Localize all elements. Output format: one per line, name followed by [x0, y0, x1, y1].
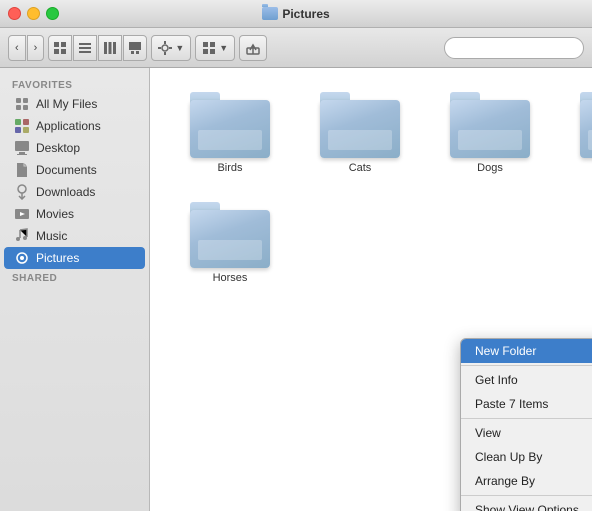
movies-icon [14, 206, 30, 222]
ctx-separator-1 [461, 365, 592, 366]
action-arrow: ▼ [175, 43, 184, 53]
folder-grid: Birds Cats Dogs [170, 88, 572, 288]
window-controls[interactable] [8, 7, 59, 20]
share-button[interactable] [239, 35, 267, 61]
gear-icon [158, 41, 172, 55]
music-icon [14, 228, 30, 244]
ctx-arrange-by[interactable]: Arrange By ▶ [461, 469, 592, 493]
folder-item-birds[interactable]: Birds [170, 88, 290, 178]
sidebar-item-label: All My Files [36, 97, 97, 111]
sidebar-item-all-my-files[interactable]: All My Files [4, 93, 145, 115]
toolbar: ‹ › [0, 28, 592, 68]
folder-item-dogs[interactable]: Dogs [430, 88, 550, 178]
downloads-icon [14, 184, 30, 200]
forward-button[interactable]: › [27, 35, 45, 61]
sidebar-item-label: Downloads [36, 185, 95, 199]
view-column-button[interactable] [98, 35, 122, 61]
ctx-separator-3 [461, 495, 592, 496]
sidebar-item-documents[interactable]: Documents [4, 159, 145, 181]
action-button[interactable]: ▼ [151, 35, 191, 61]
sidebar-item-desktop[interactable]: Desktop [4, 137, 145, 159]
ctx-view[interactable]: View ▶ [461, 421, 592, 445]
all-my-files-icon [14, 96, 30, 112]
list-view-icon [78, 41, 92, 55]
window-title: Pictures [262, 7, 329, 21]
sidebar-item-music[interactable]: Music [4, 225, 145, 247]
back-button[interactable]: ‹ [8, 35, 26, 61]
sidebar-item-label: Music [36, 229, 67, 243]
title-bar: Pictures [0, 0, 592, 28]
folder-label-dogs: Dogs [477, 162, 503, 174]
folder-icon-cats [320, 92, 400, 158]
main-layout: FAVORITES All My Files Applications Desk… [0, 68, 592, 511]
applications-icon [14, 118, 30, 134]
arrange-button[interactable]: ▼ [195, 35, 235, 61]
sidebar-item-movies[interactable]: Movies [4, 203, 145, 225]
desktop-icon [14, 140, 30, 156]
arrange-arrow: ▼ [219, 43, 228, 53]
sidebar-item-pictures[interactable]: Pictures [4, 247, 145, 269]
ctx-get-info[interactable]: Get Info [461, 368, 592, 392]
ctx-separator-2 [461, 418, 592, 419]
folder-icon-birds [190, 92, 270, 158]
favorites-label: FAVORITES [0, 76, 149, 93]
folder-item-cats[interactable]: Cats [300, 88, 420, 178]
folder-icon-fish [580, 92, 592, 158]
pictures-sidebar-icon [14, 250, 30, 266]
ctx-new-folder[interactable]: New Folder [461, 339, 592, 363]
ctx-show-view-options[interactable]: Show View Options [461, 498, 592, 511]
view-list-button[interactable] [73, 35, 97, 61]
sidebar-item-label: Movies [36, 207, 74, 221]
search-input[interactable] [444, 37, 584, 59]
minimize-button[interactable] [27, 7, 40, 20]
close-button[interactable] [8, 7, 21, 20]
view-icon-button[interactable] [48, 35, 72, 61]
context-menu: New Folder Get Info Paste 7 Items View ▶… [460, 338, 592, 511]
sidebar-item-downloads[interactable]: Downloads [4, 181, 145, 203]
view-cover-button[interactable] [123, 35, 147, 61]
ctx-paste-items[interactable]: Paste 7 Items [461, 392, 592, 416]
sidebar: FAVORITES All My Files Applications Desk… [0, 68, 150, 511]
folder-label-horses: Horses [213, 272, 248, 284]
nav-group: ‹ › [8, 35, 44, 61]
folder-item-horses[interactable]: Horses [170, 198, 290, 288]
column-view-icon [103, 41, 117, 55]
arrange-icon [202, 41, 216, 55]
sidebar-item-label: Desktop [36, 141, 80, 155]
icon-grid-icon [53, 41, 67, 55]
sidebar-item-label: Pictures [36, 251, 79, 265]
folder-icon-horses [190, 202, 270, 268]
share-icon [246, 41, 260, 55]
sidebar-item-applications[interactable]: Applications [4, 115, 145, 137]
folder-label-cats: Cats [349, 162, 372, 174]
sidebar-item-label: Documents [36, 163, 97, 177]
ctx-clean-up-by[interactable]: Clean Up By ▶ [461, 445, 592, 469]
content-area: Birds Cats Dogs [150, 68, 592, 511]
title-folder-icon [262, 7, 278, 20]
shared-label: SHARED [0, 269, 149, 286]
documents-icon [14, 162, 30, 178]
view-group [48, 35, 147, 61]
maximize-button[interactable] [46, 7, 59, 20]
cover-view-icon [128, 41, 142, 55]
folder-item-fish[interactable]: Fish [560, 88, 592, 178]
folder-label-birds: Birds [217, 162, 242, 174]
folder-icon-dogs [450, 92, 530, 158]
sidebar-item-label: Applications [36, 119, 101, 133]
